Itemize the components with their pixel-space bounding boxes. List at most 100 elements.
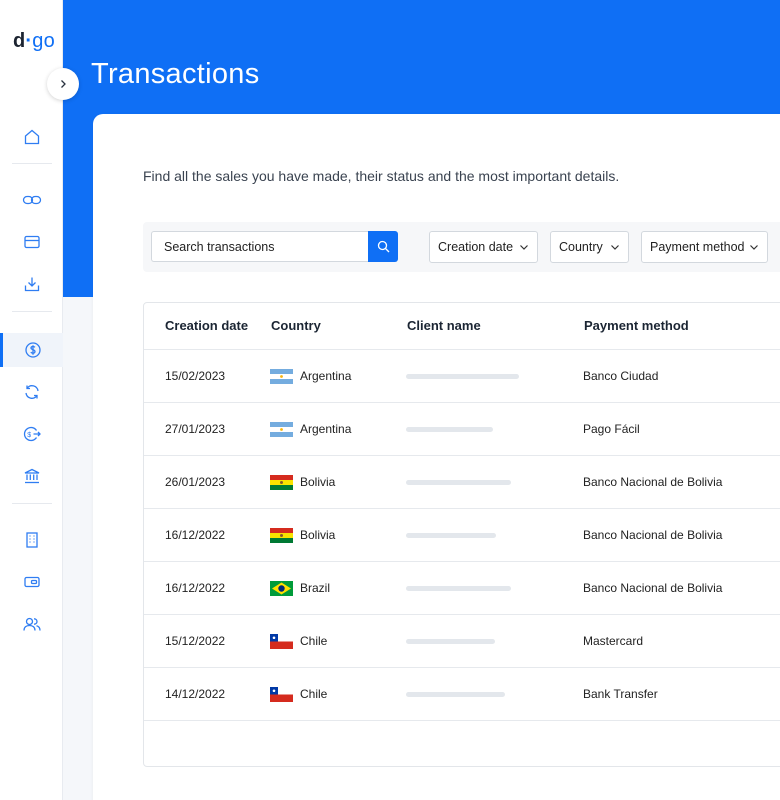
search-button[interactable] xyxy=(368,231,398,262)
sidebar-item-links[interactable] xyxy=(0,183,63,217)
cell-client-name xyxy=(406,509,496,561)
country-dropdown[interactable]: Country xyxy=(550,231,629,263)
wallet-icon xyxy=(23,576,40,588)
cell-creation-date: 14/12/2022 xyxy=(165,687,226,701)
cell-client-name xyxy=(406,615,495,667)
flag-brazil-icon xyxy=(270,580,293,596)
cell-payment-method: Banco Ciudad xyxy=(583,369,659,383)
cell-country: Chile xyxy=(270,668,327,720)
sidebar-item-subscriptions[interactable] xyxy=(0,375,63,409)
chevron-right-icon xyxy=(61,80,66,88)
refresh-icon xyxy=(24,385,39,399)
home-icon xyxy=(24,129,39,145)
cell-payment-method: Bank Transfer xyxy=(583,687,658,701)
cell-country: Bolivia xyxy=(270,509,335,561)
sidebar-item-transactions[interactable] xyxy=(0,333,63,367)
cell-creation-date: 27/01/2023 xyxy=(165,422,226,436)
table-footer xyxy=(144,720,780,766)
cell-country: Brazil xyxy=(270,562,330,614)
table-row[interactable]: 16/12/2022 Brazil Banco Nacional de Bolivi… xyxy=(144,561,780,614)
cell-creation-date: 15/02/2023 xyxy=(165,369,226,383)
sidebar-divider xyxy=(12,163,52,164)
download-icon xyxy=(24,277,39,292)
cell-client-name xyxy=(406,456,511,508)
creation-date-dropdown[interactable]: Creation date xyxy=(429,231,538,263)
cell-country: Bolivia xyxy=(270,456,335,508)
credit-card-icon xyxy=(23,235,40,249)
column-header-payment-method[interactable]: Payment method xyxy=(584,318,689,333)
payment-method-dropdown-label: Payment method xyxy=(650,240,745,254)
country-name: Bolivia xyxy=(300,528,336,542)
table-row[interactable]: 14/12/2022 Chile Bank Transfer xyxy=(144,667,780,720)
sidebar-item-home[interactable] xyxy=(0,120,63,154)
cell-country: Argentina xyxy=(270,350,351,402)
cell-payment-method: Pago Fácil xyxy=(583,422,640,436)
client-name-placeholder xyxy=(406,426,493,432)
country-name: Bolivia xyxy=(300,475,336,489)
country-dropdown-label: Country xyxy=(559,240,603,254)
column-header-creation-date[interactable]: Creation date xyxy=(165,318,248,333)
country-name: Chile xyxy=(300,687,328,701)
creation-date-dropdown-label: Creation date xyxy=(438,240,514,254)
cell-client-name xyxy=(406,668,505,720)
flag-chile-icon xyxy=(270,686,293,702)
cell-payment-method: Banco Nacional de Bolivia xyxy=(583,581,723,595)
client-name-placeholder xyxy=(406,479,511,485)
table-row[interactable]: 16/12/2022 Bolivia Banco Nacional de Boliv… xyxy=(144,508,780,561)
payment-method-dropdown[interactable]: Payment method xyxy=(641,231,768,263)
cell-creation-date: 15/12/2022 xyxy=(165,634,226,648)
flag-bolivia-icon xyxy=(270,474,293,490)
cell-creation-date: 16/12/2022 xyxy=(165,581,226,595)
client-name-placeholder xyxy=(406,585,511,591)
search-icon xyxy=(377,240,389,253)
country-name: Chile xyxy=(300,634,328,648)
sidebar-divider xyxy=(12,311,52,312)
client-name-placeholder xyxy=(406,691,505,697)
svg-text:$: $ xyxy=(27,432,31,439)
table-row[interactable]: 27/01/2023 Argentina Pago Fácil xyxy=(144,402,780,455)
flag-argentina-icon xyxy=(270,368,293,384)
sidebar-item-company[interactable] xyxy=(0,523,63,557)
cell-country: Argentina xyxy=(270,403,351,455)
country-name: Argentina xyxy=(300,369,352,383)
flag-bolivia-icon xyxy=(270,527,293,543)
dollar-icon xyxy=(25,342,41,358)
flag-argentina-icon xyxy=(270,421,293,437)
logo[interactable]: d·go xyxy=(13,30,55,53)
table-row[interactable]: 26/01/2023 Bolivia Banco Nacional de Boliv… xyxy=(144,455,780,508)
sidebar-item-cards[interactable] xyxy=(0,225,63,259)
sidebar: d·go $ xyxy=(0,0,63,800)
building-icon xyxy=(25,532,38,548)
table-row[interactable]: 15/02/2023 Argentina Banco Ciudad xyxy=(144,349,780,402)
sidebar-toggle-button[interactable] xyxy=(47,68,79,100)
link-icon xyxy=(22,195,41,205)
sidebar-item-payouts[interactable]: $ xyxy=(0,417,63,451)
cell-client-name xyxy=(406,562,511,614)
country-name: Brazil xyxy=(300,581,331,595)
bank-icon xyxy=(24,468,39,484)
chevron-down-icon xyxy=(520,245,528,250)
flag-chile-icon xyxy=(270,633,293,649)
sidebar-item-wallet[interactable] xyxy=(0,565,63,599)
users-icon xyxy=(22,617,41,631)
page-title: Transactions xyxy=(91,58,260,90)
logo-go: go xyxy=(32,30,55,52)
cell-country: Chile xyxy=(270,615,327,667)
country-name: Argentina xyxy=(300,422,352,436)
chevron-down-icon xyxy=(750,245,758,250)
cell-creation-date: 16/12/2022 xyxy=(165,528,226,542)
column-header-country[interactable]: Country xyxy=(271,318,321,333)
search-input[interactable] xyxy=(151,231,368,262)
page-subtitle: Find all the sales you have made, their … xyxy=(143,168,620,184)
client-name-placeholder xyxy=(406,532,496,538)
table-row[interactable]: 15/12/2022 Chile Mastercard xyxy=(144,614,780,667)
column-header-client-name[interactable]: Client name xyxy=(407,318,481,333)
cell-creation-date: 26/01/2023 xyxy=(165,475,226,489)
sidebar-item-bank[interactable] xyxy=(0,459,63,493)
cell-client-name xyxy=(406,403,493,455)
sidebar-item-downloads[interactable] xyxy=(0,267,63,301)
cell-payment-method: Banco Nacional de Bolivia xyxy=(583,528,723,542)
cell-payment-method: Banco Nacional de Bolivia xyxy=(583,475,723,489)
sidebar-item-users[interactable] xyxy=(0,607,63,641)
cell-client-name xyxy=(406,350,519,402)
